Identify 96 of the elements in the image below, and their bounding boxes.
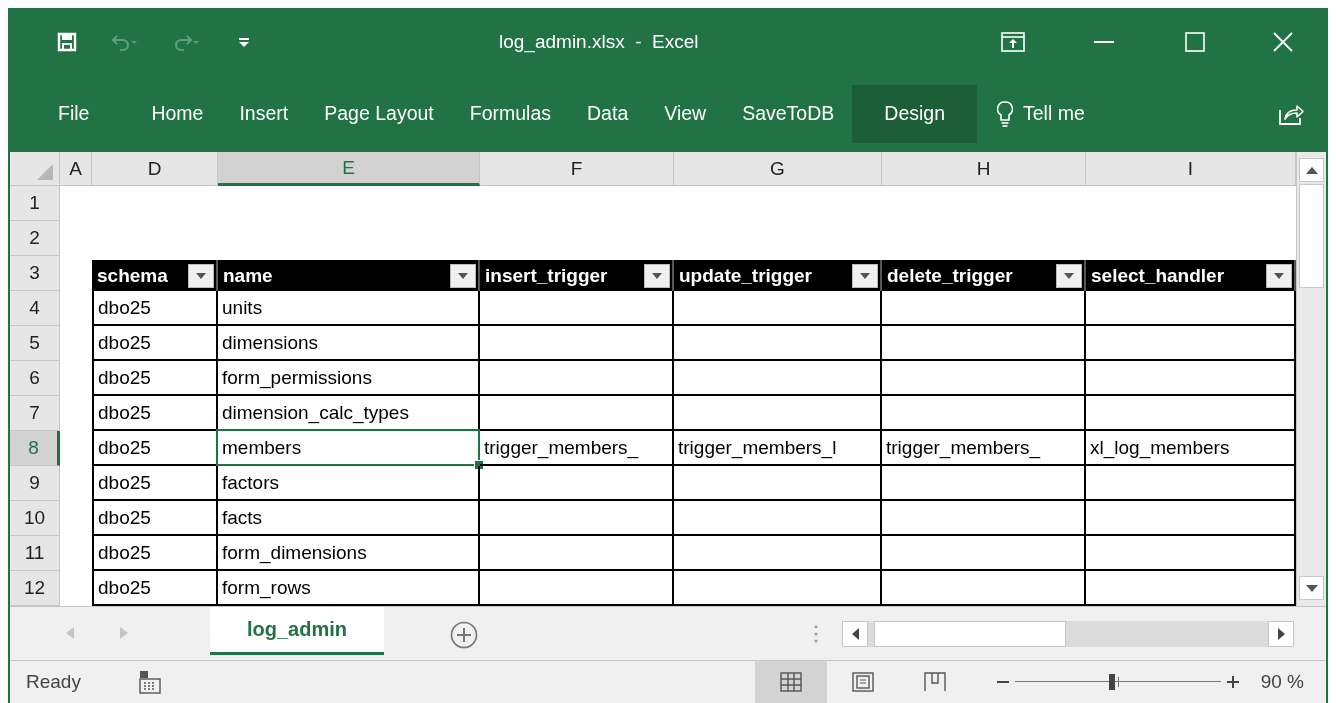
window-title: log_admin.xlsx - Excel bbox=[499, 30, 699, 53]
page-layout-view-icon bbox=[851, 672, 874, 692]
caret-icon bbox=[458, 272, 468, 279]
caret-icon bbox=[1064, 272, 1074, 279]
ribbon-tab[interactable]: SaveToDB bbox=[724, 84, 853, 143]
row-header[interactable]: 1 bbox=[10, 186, 60, 221]
scroll-right-button[interactable] bbox=[1268, 621, 1294, 647]
table-cell: dbo25 bbox=[92, 501, 218, 536]
row-header[interactable]: 3 bbox=[10, 256, 60, 291]
scroll-down-button[interactable] bbox=[1299, 576, 1324, 600]
column-title: delete_trigger bbox=[887, 264, 1013, 287]
ribbon-tab[interactable]: Design bbox=[852, 84, 977, 143]
zoom-level[interactable]: 90 % bbox=[1260, 671, 1304, 693]
table-cell: dbo25 bbox=[92, 326, 218, 361]
table-cell: dbo25 bbox=[92, 431, 218, 466]
column-title: schema bbox=[97, 264, 168, 287]
row-header[interactable]: 4 bbox=[10, 291, 60, 326]
column-header[interactable]: E bbox=[218, 152, 480, 186]
row-header[interactable]: 2 bbox=[10, 221, 60, 256]
column-header[interactable]: F bbox=[480, 152, 674, 186]
right-arrow-icon bbox=[1277, 628, 1285, 640]
table-cell: dbo25 bbox=[92, 361, 218, 396]
page-break-view-icon bbox=[923, 672, 946, 692]
slider-thumb[interactable] bbox=[1108, 674, 1115, 690]
ribbon-tab[interactable]: Data bbox=[569, 84, 647, 143]
filter-dropdown-button[interactable] bbox=[852, 263, 878, 288]
row-header[interactable]: 11 bbox=[10, 536, 60, 571]
ribbon-tab[interactable]: Home bbox=[133, 84, 222, 143]
row-header[interactable]: 9 bbox=[10, 466, 60, 501]
close-icon[interactable] bbox=[1273, 31, 1293, 52]
row-header[interactable]: 6 bbox=[10, 361, 60, 396]
save-icon[interactable] bbox=[57, 31, 77, 52]
column-title: name bbox=[223, 264, 273, 287]
table-cell: trigger_members_l bbox=[674, 431, 882, 466]
table-cell: form_dimensions bbox=[218, 536, 480, 571]
column-header[interactable]: A bbox=[60, 152, 92, 186]
maximize-icon[interactable] bbox=[1184, 31, 1205, 52]
filter-dropdown-button[interactable] bbox=[1056, 263, 1082, 288]
table-cell: dbo25 bbox=[92, 291, 218, 326]
zoom-out-icon[interactable] bbox=[996, 680, 1009, 684]
table-cell: dbo25 bbox=[92, 396, 218, 431]
scroll-left-button[interactable] bbox=[842, 621, 868, 647]
row-header[interactable]: 5 bbox=[10, 326, 60, 361]
table-cell: facts bbox=[218, 501, 480, 536]
row-header[interactable]: 10 bbox=[10, 501, 60, 536]
macro-recording-icon[interactable] bbox=[138, 670, 162, 694]
scrollbar-thumb[interactable] bbox=[874, 621, 1066, 647]
status-text: Ready bbox=[26, 671, 82, 693]
filter-dropdown-button[interactable] bbox=[1266, 263, 1292, 288]
column-header[interactable]: H bbox=[882, 152, 1086, 186]
table-cell: factors bbox=[218, 466, 480, 501]
fill-handle[interactable] bbox=[474, 460, 484, 470]
table-cell: dbo25 bbox=[92, 536, 218, 571]
caret-icon bbox=[860, 272, 870, 279]
filter-dropdown-button[interactable] bbox=[644, 263, 670, 288]
row-header[interactable]: 7 bbox=[10, 396, 60, 431]
caret-icon bbox=[1274, 272, 1284, 279]
table-cell: dbo25 bbox=[92, 466, 218, 501]
column-header[interactable]: D bbox=[92, 152, 218, 186]
ribbon-tab[interactable]: Insert bbox=[221, 84, 307, 143]
left-arrow-icon bbox=[851, 628, 859, 640]
row-header[interactable]: 8 bbox=[10, 431, 60, 466]
table-cell: form_permissions bbox=[218, 361, 480, 396]
ribbon-tab[interactable]: View bbox=[646, 84, 725, 143]
column-header[interactable]: G bbox=[674, 152, 882, 186]
ribbon-tab[interactable]: Page Layout bbox=[306, 84, 452, 143]
column-title: select_handler bbox=[1091, 264, 1225, 287]
scroll-up-button[interactable] bbox=[1299, 158, 1324, 182]
row-header[interactable]: 12 bbox=[10, 571, 60, 606]
normal-view-icon bbox=[779, 672, 802, 692]
zoom-in-icon[interactable] bbox=[1226, 676, 1239, 688]
up-arrow-icon bbox=[1305, 166, 1318, 174]
down-arrow-icon bbox=[1305, 584, 1318, 592]
tell-me-box[interactable]: Tell me bbox=[997, 100, 1085, 127]
zoom-slider[interactable] bbox=[1014, 672, 1221, 692]
lightbulb-icon bbox=[997, 100, 1013, 127]
drag-handle-icon[interactable] bbox=[814, 625, 818, 643]
table-cell: dimensions bbox=[218, 326, 480, 361]
table-cell: dimension_calc_types bbox=[218, 396, 480, 431]
ribbon-tab[interactable]: File bbox=[40, 84, 108, 143]
ribbon-display-options-icon[interactable] bbox=[1000, 31, 1025, 52]
column-header[interactable]: I bbox=[1086, 152, 1296, 186]
table-cell: trigger_members_ bbox=[882, 431, 1086, 466]
column-title: update_trigger bbox=[679, 264, 813, 287]
filter-dropdown-button[interactable] bbox=[450, 263, 476, 288]
view-button[interactable] bbox=[754, 661, 827, 703]
table-cell: trigger_members_ bbox=[480, 431, 674, 466]
add-sheet-icon[interactable] bbox=[450, 621, 478, 649]
scrollbar-thumb[interactable] bbox=[1299, 184, 1324, 288]
sheet-tab[interactable]: log_admin bbox=[210, 607, 384, 655]
caret-icon bbox=[652, 272, 662, 279]
caret-icon bbox=[196, 272, 206, 279]
table-cell: units bbox=[218, 291, 480, 326]
filter-dropdown-button[interactable] bbox=[188, 263, 214, 288]
ribbon-tab[interactable]: Formulas bbox=[451, 84, 570, 143]
column-title: insert_trigger bbox=[485, 264, 608, 287]
